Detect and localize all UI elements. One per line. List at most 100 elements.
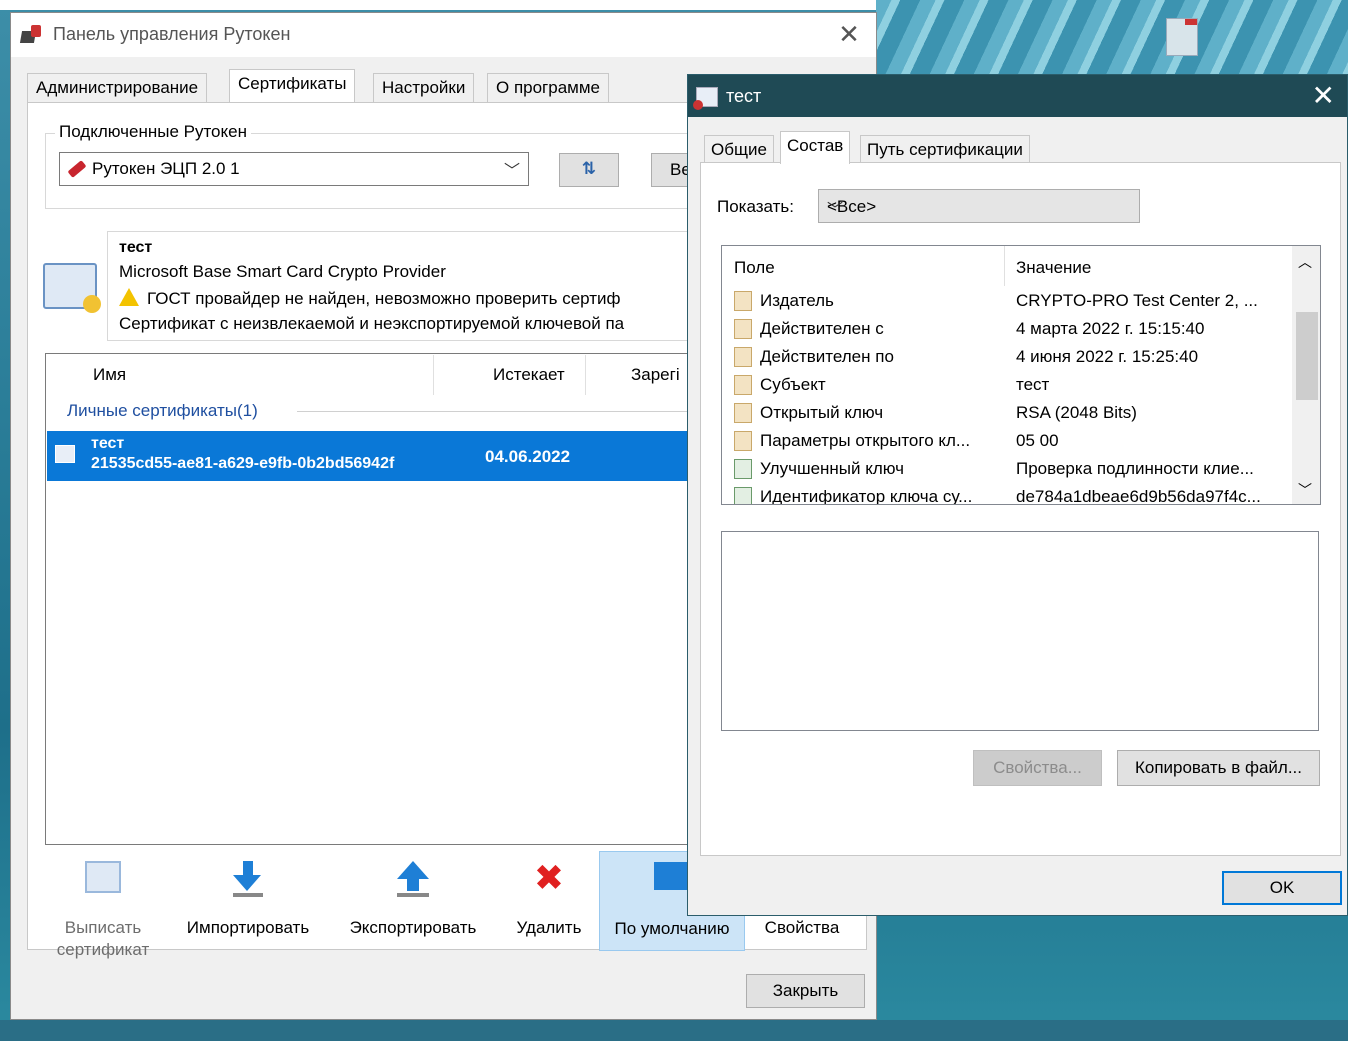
list-item[interactable]: Издатель CRYPTO-PRO Test Center 2, ... [734, 288, 1294, 316]
refresh-button[interactable]: ⇅ [559, 153, 619, 187]
extension-icon [734, 459, 752, 479]
column-separator [1004, 246, 1005, 286]
dialog-title: тест [726, 86, 762, 106]
doc-icon [734, 291, 752, 311]
close-button[interactable]: Закрыть [746, 974, 865, 1008]
properties-label: Свойства [764, 918, 840, 937]
row-name: тест [91, 435, 125, 452]
chevron-down-icon: ﹀ [827, 202, 844, 219]
tab-about[interactable]: О программе [487, 73, 610, 102]
upload-arrow-icon [397, 861, 429, 897]
list-item[interactable]: Улучшенный ключ Проверка подлинности кли… [734, 456, 1294, 484]
column-header-field[interactable]: Поле [734, 258, 775, 278]
show-filter-select[interactable]: <Все> ﹀ [818, 189, 1140, 223]
window-title: Панель управления Рутокен [53, 24, 291, 44]
certificate-row-icon [55, 445, 75, 463]
field-name: Действителен с [760, 319, 884, 338]
new-certificate-icon [85, 861, 121, 893]
vertical-scrollbar[interactable]: ︿ ﹀ [1292, 246, 1320, 504]
cert-info-note: Сертификат с неизвлекаемой и неэкспортир… [119, 314, 625, 333]
extension-icon [734, 487, 752, 504]
flag-icon [654, 862, 690, 890]
fields-list[interactable]: Поле Значение Издатель CRYPTO-PRO Test C… [721, 245, 1321, 505]
field-value: RSA (2048 Bits) [1016, 403, 1137, 422]
field-detail-textbox[interactable] [721, 531, 1319, 731]
field-name: Издатель [760, 291, 834, 310]
delete-x-icon: ✖ [533, 857, 565, 898]
issue-certificate-label: Выписать сертификат [56, 918, 150, 959]
delete-label: Удалить [516, 918, 582, 937]
close-icon[interactable]: ✕ [832, 19, 866, 49]
token-select-value: Рутокен ЭЦП 2.0 1 [92, 159, 240, 178]
set-default-label: По умолчанию [614, 919, 730, 938]
doc-icon [734, 375, 752, 395]
cert-info-name: тест [119, 239, 153, 256]
tab-details[interactable]: Состав [780, 131, 851, 164]
field-name: Действителен по [760, 347, 894, 366]
connected-tokens-label: Подключенные Рутокен [55, 122, 251, 142]
field-value: 4 марта 2022 г. 15:15:40 [1016, 319, 1205, 338]
download-arrow-icon [233, 861, 263, 897]
desktop-shortcut-icon[interactable] [1166, 18, 1198, 56]
issue-certificate-button[interactable]: Выписать сертификат [45, 851, 161, 959]
tab-settings[interactable]: Настройки [373, 73, 475, 102]
list-item[interactable]: Параметры открытого кл... 05 00 [734, 428, 1294, 456]
rutoken-app-icon [21, 25, 43, 45]
scroll-down-icon[interactable]: ﹀ [1298, 480, 1312, 500]
ok-button[interactable]: OK [1222, 871, 1342, 905]
warning-icon [119, 288, 139, 306]
personal-certificates-group[interactable]: Личные сертификаты(1) [67, 401, 258, 421]
field-value: CRYPTO-PRO Test Center 2, ... [1016, 291, 1258, 310]
properties-button[interactable]: Свойства... [973, 750, 1102, 786]
tab-certificates[interactable]: Сертификаты [229, 69, 356, 102]
title-bar: Панель управления Рутокен ✕ [11, 13, 876, 57]
tab-administration[interactable]: Администрирование [27, 73, 208, 102]
chevron-down-icon: ﹀ [503, 163, 520, 180]
certificate-icon [693, 87, 718, 110]
import-button[interactable]: Импортировать [173, 851, 323, 951]
warning-text: ГОСТ провайдер не найден, невозможно про… [147, 289, 621, 308]
field-name: Параметры открытого кл... [760, 431, 971, 450]
token-icon [66, 159, 88, 179]
field-name: Улучшенный ключ [760, 459, 905, 478]
list-item[interactable]: Действителен с 4 марта 2022 г. 15:15:40 [734, 316, 1294, 344]
cert-info-provider: Microsoft Base Smart Card Crypto Provide… [119, 262, 446, 281]
field-value: de784a1dbeae6d9b56da97f4c... [1016, 487, 1261, 505]
import-label: Импортировать [186, 918, 310, 937]
export-label: Экспортировать [349, 918, 477, 937]
close-icon[interactable]: ✕ [1312, 79, 1335, 113]
column-header-registered[interactable]: Зарегі [631, 365, 680, 385]
token-select[interactable]: Рутокен ЭЦП 2.0 1 ﹀ [59, 152, 529, 186]
copy-to-file-button[interactable]: Копировать в файл... [1117, 750, 1320, 786]
list-item[interactable]: Идентификатор ключа су... de784a1dbeae6d… [734, 484, 1294, 505]
scroll-up-icon[interactable]: ︿ [1298, 252, 1312, 272]
field-name: Субъект [760, 375, 826, 394]
taskbar [0, 1020, 1348, 1041]
list-item[interactable]: Субъект тест [734, 372, 1294, 400]
column-header-name[interactable]: Имя [93, 365, 126, 385]
tab-general[interactable]: Общие [704, 135, 774, 164]
row-id: 21535cd55-ae81-a629-e9fb-0b2bd56942f [91, 455, 395, 472]
doc-icon [734, 319, 752, 339]
field-name: Идентификатор ключа су... [760, 487, 973, 505]
row-expires: 04.06.2022 [485, 447, 571, 466]
field-value: 05 00 [1016, 431, 1059, 450]
list-item[interactable]: Действителен по 4 июня 2022 г. 15:25:40 [734, 344, 1294, 372]
export-button[interactable]: Экспортировать [335, 851, 491, 951]
column-separator [585, 355, 586, 395]
field-name: Открытый ключ [760, 403, 884, 422]
cert-info-warning: ГОСТ провайдер не найден, невозможно про… [119, 288, 621, 309]
column-header-expires[interactable]: Истекает [493, 365, 565, 385]
certificate-icon [43, 263, 101, 313]
scrollbar-thumb[interactable] [1296, 312, 1318, 400]
list-item[interactable]: Открытый ключ RSA (2048 Bits) [734, 400, 1294, 428]
show-label: Показать: [717, 197, 794, 216]
delete-button[interactable]: ✖ Удалить [501, 851, 597, 951]
field-value: тест [1016, 375, 1050, 394]
column-header-value[interactable]: Значение [1016, 258, 1091, 278]
doc-icon [734, 431, 752, 451]
tab-certification-path[interactable]: Путь сертификации [860, 135, 1030, 164]
certificate-dialog: тест ✕ Общие Состав Путь сертификации По… [687, 74, 1348, 916]
doc-icon [734, 403, 752, 423]
field-value: 4 июня 2022 г. 15:25:40 [1016, 347, 1199, 366]
